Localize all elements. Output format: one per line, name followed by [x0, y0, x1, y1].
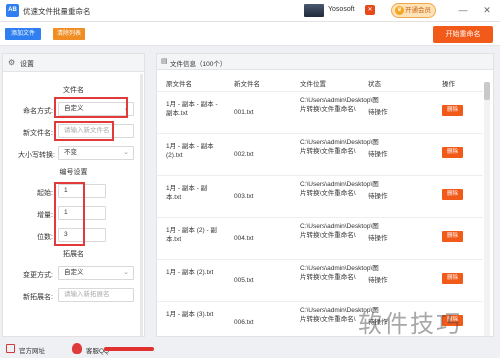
- file-list-panel: ▤ 文件信息（100个） 原文件名 新文件名 文件位置 状态 操作 1月 - 副…: [156, 53, 494, 337]
- file-status: 待操作: [368, 235, 388, 242]
- original-name: 1月 - 副本 - 副本 (2).txt: [166, 143, 214, 159]
- new-name-label: 新文件名:: [23, 130, 53, 137]
- original-name: 1月 - 副本 (2) - 副本.txt: [166, 227, 217, 243]
- file-status: 待操作: [368, 109, 388, 116]
- table-row[interactable]: 1月 - 副本 - 副本 (2).txt 002.txt C:\Users\ad…: [157, 133, 483, 175]
- original-name: 1月 - 副本 - 副本.txt: [166, 185, 208, 201]
- start-label: 起始:: [37, 190, 53, 197]
- table-row[interactable]: 1月 - 副本 - 副本 - 副本.txt 001.txt C:\Users\a…: [157, 91, 483, 133]
- extension-mode-label: 变更方式:: [23, 272, 53, 279]
- extension-mode-select[interactable]: 自定义 ⌄: [58, 266, 134, 280]
- filename-section-title: 文件名: [63, 87, 84, 94]
- delete-button[interactable]: 删除: [442, 273, 463, 284]
- file-list-scrollbar[interactable]: [484, 82, 490, 336]
- close-button[interactable]: ✕: [481, 4, 493, 16]
- delete-button[interactable]: 删除: [442, 147, 463, 158]
- column-header-status: 状态: [368, 81, 381, 88]
- highlight-box: [54, 97, 128, 118]
- home-icon: [6, 344, 15, 353]
- table-row[interactable]: 1月 - 副本 - 副本.txt 003.txt C:\Users\admin\…: [157, 175, 483, 217]
- title-bar: AB 优速文件批量重命名 Yososoft ✕ ♛ 开通会员 — ✕: [0, 0, 500, 22]
- add-file-button[interactable]: 添加文件: [5, 28, 41, 40]
- new-name: 003.txt: [234, 193, 254, 200]
- app-title: 优速文件批量重命名: [23, 7, 91, 16]
- delete-button[interactable]: 删除: [442, 105, 463, 116]
- digits-label: 位数:: [37, 234, 53, 241]
- new-extension-label: 新拓展名:: [23, 294, 53, 301]
- original-name: 1月 - 副本 (2).txt: [166, 269, 214, 276]
- new-name: 002.txt: [234, 151, 254, 158]
- settings-scrollbar[interactable]: [140, 74, 143, 336]
- case-value: 不变: [64, 149, 77, 156]
- watermark: 软件技巧: [358, 310, 462, 338]
- file-location: C:\Users\admin\Desktop\图片转换\文件重命名\: [300, 265, 379, 281]
- redaction-bar: [104, 347, 154, 351]
- original-name: 1月 - 副本 - 副本 - 副本.txt: [166, 101, 218, 117]
- qq-icon: [72, 343, 82, 354]
- new-name: 005.txt: [234, 277, 254, 284]
- file-location: C:\Users\admin\Desktop\图片转换\文件重命名\: [300, 139, 379, 155]
- document-icon: ▤: [161, 58, 168, 65]
- file-table: 1月 - 副本 - 副本 - 副本.txt 001.txt C:\Users\a…: [157, 91, 483, 336]
- increment-label: 增量:: [37, 212, 53, 219]
- settings-header: ⚙ 设置: [3, 54, 144, 72]
- extension-section-title: 拓展名: [63, 251, 84, 258]
- file-location: C:\Users\admin\Desktop\图片转换\文件重命名\: [300, 97, 379, 113]
- file-location: C:\Users\admin\Desktop\图片转换\文件重命名\: [300, 307, 379, 323]
- extension-mode-value: 自定义: [64, 269, 84, 276]
- original-name: 1月 - 副本 (3).txt: [166, 311, 214, 318]
- file-status: 待操作: [368, 151, 388, 158]
- case-label: 大小写转换:: [18, 152, 55, 159]
- highlight-box: [54, 121, 114, 141]
- gear-icon: ⚙: [8, 58, 16, 67]
- toolbar: 添加文件 清除列表 开始重命名: [0, 22, 500, 46]
- new-name: 004.txt: [234, 235, 254, 242]
- naming-mode-label: 命名方式:: [23, 108, 53, 115]
- avatar[interactable]: [304, 4, 324, 17]
- column-header-action: 操作: [442, 81, 455, 88]
- file-location: C:\Users\admin\Desktop\图片转换\文件重命名\: [300, 181, 379, 197]
- minimize-button[interactable]: —: [457, 4, 469, 16]
- scrollbar-thumb[interactable]: [484, 82, 490, 100]
- new-extension-input[interactable]: 请输入新拓展名: [58, 288, 134, 302]
- settings-title: 设置: [20, 61, 34, 68]
- file-list-title: 文件信息（100个）: [170, 61, 227, 68]
- user-name[interactable]: Yososoft: [328, 6, 355, 13]
- delete-button[interactable]: 删除: [442, 231, 463, 242]
- user-status-icon: ✕: [365, 5, 375, 15]
- table-row[interactable]: 1月 - 副本 (2).txt 005.txt C:\Users\admin\D…: [157, 259, 483, 301]
- table-row[interactable]: 1月 - 副本 (2) - 副本.txt 004.txt C:\Users\ad…: [157, 217, 483, 259]
- start-rename-button[interactable]: 开始重命名: [433, 26, 493, 43]
- file-status: 待操作: [368, 193, 388, 200]
- number-section-title: 编号设置: [59, 169, 88, 176]
- app-logo-icon: AB: [6, 4, 19, 17]
- delete-button[interactable]: 删除: [442, 189, 463, 200]
- file-status: 待操作: [368, 277, 388, 284]
- crown-icon: ♛: [395, 6, 404, 15]
- chevron-down-icon: ⌄: [123, 149, 129, 156]
- vip-button[interactable]: ♛ 开通会员: [391, 3, 436, 18]
- new-name: 006.txt: [234, 319, 254, 326]
- case-select[interactable]: 不变 ⌄: [58, 146, 134, 160]
- highlight-box: [54, 182, 85, 246]
- column-header-new: 新文件名: [234, 81, 260, 88]
- clear-list-button[interactable]: 清除列表: [53, 28, 85, 40]
- settings-panel: ⚙ 设置 文件名 命名方式: 自定义 ⌄ 新文件名: 请输入新文件名 大小写转换…: [2, 53, 145, 337]
- file-list-header: ▤ 文件信息（100个）: [157, 54, 493, 70]
- file-location: C:\Users\admin\Desktop\图片转换\文件重命名\: [300, 223, 379, 239]
- column-header-original: 原文件名: [166, 81, 192, 88]
- footer: 官方网址 客服QQ: [0, 339, 500, 358]
- column-header-location: 文件位置: [300, 81, 326, 88]
- homepage-link[interactable]: 官方网址: [19, 345, 45, 355]
- vip-label: 开通会员: [405, 7, 431, 14]
- new-name: 001.txt: [234, 109, 254, 116]
- chevron-down-icon: ⌄: [123, 269, 129, 276]
